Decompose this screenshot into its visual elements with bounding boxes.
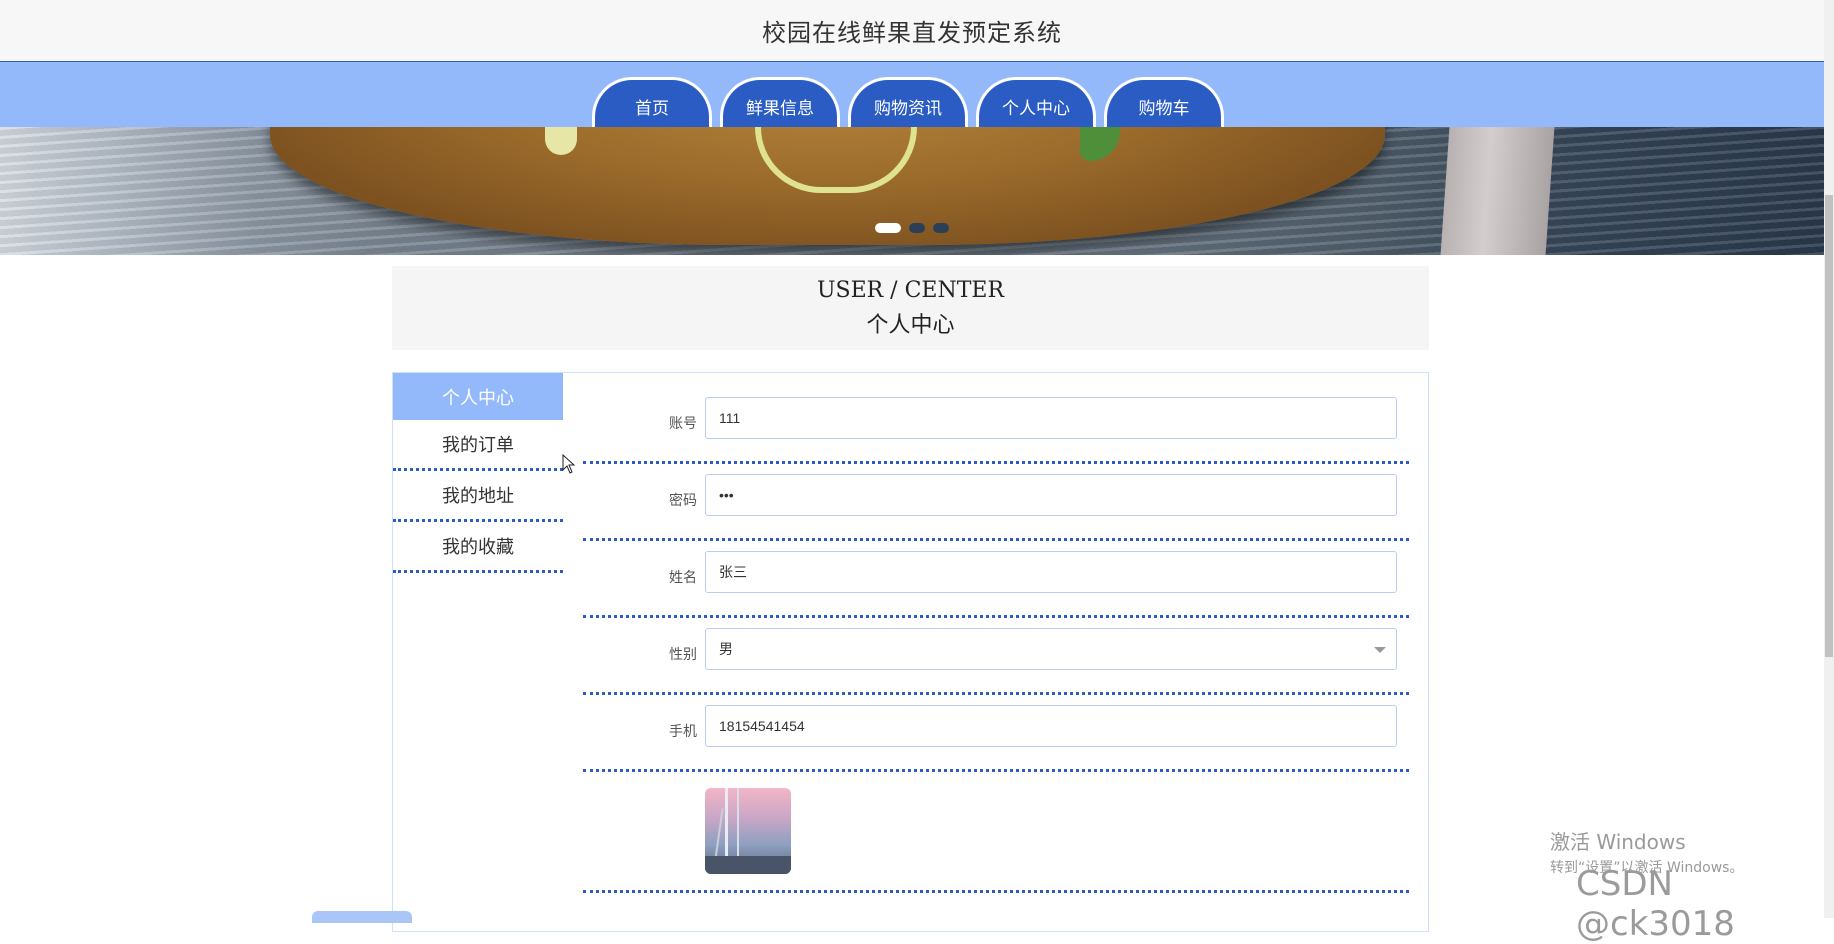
nav-item-user-center[interactable]: 个人中心 — [976, 77, 1096, 127]
phone-input[interactable] — [705, 705, 1397, 747]
section-title-en: USER / CENTER — [816, 278, 1005, 303]
sidebar: 个人中心 我的订单 我的地址 我的收藏 — [393, 373, 563, 573]
form-row-account: 账号 — [583, 387, 1409, 464]
nav-tabs: 首页 鲜果信息 购物资讯 个人中心 购物车 — [592, 77, 1224, 127]
section-header: USER / CENTER 个人中心 — [392, 266, 1429, 350]
profile-form: 账号 密码 姓名 性别 男 手机 — [583, 387, 1409, 893]
carousel-dot-2[interactable] — [909, 223, 925, 233]
csdn-watermark: CSDN @ck3018 — [1576, 864, 1735, 944]
nav-item-fruit-info[interactable]: 鲜果信息 — [720, 77, 840, 127]
sidebar-item-user-center[interactable]: 个人中心 — [393, 373, 563, 420]
gender-select[interactable]: 男 — [705, 628, 1397, 670]
phone-label: 手机 — [669, 724, 697, 740]
sidebar-item-my-orders[interactable]: 我的订单 — [393, 420, 563, 471]
carousel-dot-3[interactable] — [933, 223, 949, 233]
account-input[interactable] — [705, 397, 1397, 439]
gender-label: 性别 — [669, 647, 697, 663]
password-label: 密码 — [669, 493, 697, 509]
form-row-phone: 手机 — [583, 695, 1409, 772]
nav-item-shopping-news[interactable]: 购物资讯 — [848, 77, 968, 127]
nav-item-home[interactable]: 首页 — [592, 77, 712, 127]
password-input[interactable] — [705, 474, 1397, 516]
update-button[interactable] — [312, 911, 412, 923]
mouse-cursor-icon — [562, 454, 576, 474]
watermark-line-1: 激活 Windows — [1550, 830, 1686, 854]
nav-item-cart[interactable]: 购物车 — [1104, 77, 1224, 127]
chevron-down-icon — [1374, 647, 1386, 653]
user-center-panel: 个人中心 我的订单 我的地址 我的收藏 账号 密码 姓名 性别 男 手机 — [392, 372, 1429, 932]
site-title: 校园在线鲜果直发预定系统 — [762, 19, 1062, 47]
carousel-dot-1[interactable] — [875, 223, 901, 233]
form-row-password: 密码 — [583, 464, 1409, 541]
section-title-zh: 个人中心 — [866, 313, 955, 338]
gender-selected-value: 男 — [719, 642, 733, 658]
nav-bar: 首页 鲜果信息 购物资讯 个人中心 购物车 — [0, 62, 1824, 128]
page-scrollbar[interactable] — [1824, 0, 1834, 918]
banner-knife — [1440, 127, 1555, 255]
name-label: 姓名 — [669, 570, 697, 586]
top-header: 校园在线鲜果直发预定系统 — [0, 0, 1824, 62]
sidebar-item-my-address[interactable]: 我的地址 — [393, 471, 563, 522]
form-row-gender: 性别 男 — [583, 618, 1409, 695]
avatar-detail — [705, 856, 791, 874]
name-input[interactable] — [705, 551, 1397, 593]
sidebar-item-my-favorites[interactable]: 我的收藏 — [393, 522, 563, 573]
banner-carousel[interactable] — [0, 127, 1824, 255]
account-label: 账号 — [669, 416, 697, 432]
carousel-indicators — [875, 223, 949, 233]
avatar-image[interactable] — [705, 788, 791, 874]
scrollbar-thumb[interactable] — [1825, 195, 1833, 657]
form-row-name: 姓名 — [583, 541, 1409, 618]
form-row-avatar — [583, 772, 1409, 893]
